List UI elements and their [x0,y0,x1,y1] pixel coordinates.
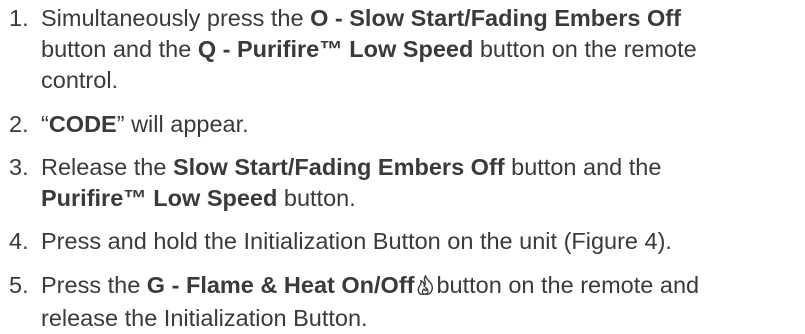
step-number: 2. [9,111,29,137]
plain-text: release the Initialization Button. [41,305,368,331]
plain-text: button. [277,185,356,211]
step-number: 5. [9,272,29,298]
plain-text: control. [41,67,119,93]
plain-text: Press the [41,272,147,298]
text-line: Release the Slow Start/Fading Embers Off… [41,152,805,183]
step-text: Release the Slow Start/Fading Embers Off… [41,152,805,214]
text-line: button and the Q - Purifire™ Low Speed b… [41,34,805,65]
text-line: Press and hold the Initialization Button… [41,226,805,257]
button-name: Purifire™ Low Speed [41,185,278,211]
button-name: O - Slow Start/Fading Embers Off [310,5,681,31]
plain-text: button on the remote [473,36,697,62]
plain-text: button and the [41,36,198,62]
text-line: “CODE” will appear. [41,109,805,140]
button-name: G - Flame & Heat On/Off [146,272,415,298]
text-line: control. [41,65,805,96]
text-line: Simultaneously press the O - Slow Start/… [41,3,805,34]
step-text: Press and hold the Initialization Button… [41,226,805,257]
display-code: CODE [48,111,117,137]
plain-text: Press and hold the Initialization Button… [41,228,672,254]
step-text: “CODE” will appear. [41,109,805,140]
step-text: Press the G - Flame & Heat On/Off button … [41,270,805,334]
plain-text: “ [41,111,49,137]
plain-text: button and the [504,154,662,180]
plain-text: Simultaneously press the [41,5,311,31]
step-number: 3. [9,154,29,180]
step-text: Simultaneously press the O - Slow Start/… [41,3,805,96]
text-line: Purifire™ Low Speed button. [41,183,805,214]
plain-text: button on the remote and [436,272,700,298]
text-line: Press the G - Flame & Heat On/Off button … [41,270,805,303]
plain-text: Release the [41,154,173,180]
step-number: 4. [9,228,29,254]
plain-text: ” will appear. [116,111,249,137]
step-number: 1. [9,5,29,31]
button-name: Slow Start/Fading Embers Off [172,154,505,180]
flame-icon [417,272,434,303]
text-line: release the Initialization Button. [41,303,805,334]
button-name: Q - Purifire™ Low Speed [197,36,474,62]
